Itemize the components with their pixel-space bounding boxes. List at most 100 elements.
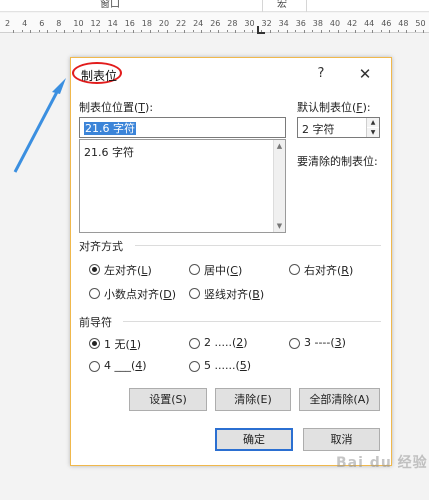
leader-none-radio[interactable] — [89, 338, 100, 349]
help-button[interactable]: ? — [311, 64, 331, 84]
tab-stop-marker[interactable] — [257, 26, 265, 34]
set-button[interactable]: 设置(S) — [129, 388, 207, 411]
tab-position-label-text: 制表位位置( — [79, 101, 139, 114]
ruler-tick — [201, 30, 203, 33]
align-center-radio[interactable] — [189, 264, 200, 275]
close-button[interactable]: ✕ — [353, 64, 377, 84]
ruler-number: 20 — [158, 19, 170, 28]
clear-all-button[interactable]: 全部清除(A) — [299, 388, 380, 411]
ruler-tick — [166, 30, 168, 33]
ruler-tick — [107, 30, 109, 32]
leader-none-key: 1 — [129, 338, 137, 351]
tab-position-label: 制表位位置(T): — [79, 99, 153, 115]
ruler-tick — [320, 30, 322, 33]
ruler-number: 44 — [364, 19, 375, 28]
menu-window[interactable]: 窗口 — [100, 0, 120, 11]
spinner-up-icon[interactable]: ▲ — [367, 118, 379, 127]
ruler-number: 36 — [295, 19, 306, 28]
ruler-tick — [337, 30, 339, 33]
ruler-tick — [55, 30, 57, 32]
ruler-tick — [295, 30, 297, 32]
ruler-tick — [389, 30, 391, 33]
scroll-down-icon[interactable]: ▼ — [274, 220, 285, 232]
leader-middots-radio[interactable] — [189, 361, 200, 372]
ruler-tick — [243, 30, 245, 32]
align-right-radio[interactable] — [289, 264, 300, 275]
ruler-number: 30 — [244, 19, 255, 28]
ruler-tick — [286, 30, 288, 33]
align-right-label[interactable]: 右对齐(R) — [304, 262, 353, 278]
align-center-end: ) — [237, 264, 243, 277]
ruler-number: 26 — [210, 19, 221, 28]
clear-button[interactable]: 清除(E) — [215, 388, 291, 411]
leader-underline-label[interactable]: 4 ___(4) — [104, 359, 147, 372]
ruler-number: 38 — [312, 19, 323, 28]
align-right-text: 右对齐( — [304, 264, 342, 277]
ruler-tick — [72, 30, 74, 32]
leader-dashes-text: 3 ----( — [304, 336, 335, 349]
horizontal-ruler[interactable]: 2 4 6 8 10 12 14 16 18 20 22 24 26 28 30 32 34 36 38 40 42 44… — [0, 13, 429, 33]
ok-button[interactable]: 确定 — [215, 428, 293, 451]
align-bar-text: 竖线对齐( — [204, 288, 253, 301]
leader-middots-key: 5 — [239, 359, 247, 372]
ruler-number: 14 — [107, 19, 118, 28]
list-item[interactable]: 21.6 字符 — [84, 144, 134, 160]
leader-underline-end: ) — [142, 359, 147, 372]
leader-dots-radio[interactable] — [189, 338, 200, 349]
ruler-tick — [98, 30, 100, 33]
ruler-tick — [363, 30, 365, 32]
default-tab-spinner[interactable]: 2 字符 ▲ ▼ — [297, 117, 380, 138]
ruler-number: 40 — [329, 19, 341, 28]
ruler-tick — [64, 30, 66, 33]
ruler-tick — [209, 30, 211, 32]
ruler-number: 16 — [124, 19, 135, 28]
ruler-tick — [132, 30, 134, 33]
scroll-up-icon[interactable]: ▲ — [274, 140, 285, 152]
ruler-number: 22 — [176, 19, 187, 28]
ruler-tick — [235, 30, 237, 33]
dialog-titlebar[interactable]: 制表位 ? ✕ — [71, 58, 391, 88]
ruler-tick — [372, 30, 374, 33]
ruler-tick — [192, 30, 194, 32]
align-bar-label[interactable]: 竖线对齐(B) — [204, 286, 264, 302]
align-left-text: 左对齐( — [104, 264, 142, 277]
align-decimal-radio[interactable] — [89, 288, 100, 299]
tab-position-list[interactable]: 21.6 字符 ▲ ▼ — [79, 139, 286, 233]
tabs-to-clear-label: 要清除的制表位: — [297, 155, 378, 168]
ruler-tick — [30, 30, 32, 33]
list-scrollbar[interactable]: ▲ ▼ — [273, 140, 285, 232]
default-tab-value: 2 字符 — [302, 123, 335, 136]
leader-group-label: 前导符 — [79, 316, 112, 329]
align-right-key: R — [341, 264, 349, 277]
leader-middots-label[interactable]: 5 ......(5) — [204, 359, 251, 372]
leader-dashes-label[interactable]: 3 ----(3) — [304, 336, 346, 349]
align-left-label[interactable]: 左对齐(L) — [104, 262, 152, 278]
align-bar-radio[interactable] — [189, 288, 200, 299]
spinner-down-icon[interactable]: ▼ — [367, 128, 379, 137]
align-decimal-label[interactable]: 小数点对齐(D) — [104, 286, 176, 302]
leader-underline-radio[interactable] — [89, 361, 100, 372]
leader-dashes-key: 3 — [334, 336, 342, 349]
align-left-radio[interactable] — [89, 264, 100, 275]
tab-position-value: 21.6 字符 — [84, 122, 136, 135]
ruler-tick — [380, 30, 382, 32]
leader-dashes-radio[interactable] — [289, 338, 300, 349]
ruler-number: 6 — [39, 19, 45, 28]
align-decimal-text: 小数点对齐( — [104, 288, 164, 301]
align-decimal-end: ) — [171, 288, 177, 301]
align-decimal-key: D — [163, 288, 172, 301]
leader-none-label[interactable]: 1 无(1) — [104, 336, 141, 352]
cancel-button[interactable]: 取消 — [303, 428, 380, 451]
group-divider — [123, 321, 381, 322]
tab-position-input[interactable]: 21.6 字符 — [79, 117, 286, 138]
leader-underline-text: 4 ___( — [104, 359, 136, 372]
ruler-number: 18 — [141, 19, 152, 28]
leader-dots-label[interactable]: 2 .....(2) — [204, 336, 248, 349]
group-divider — [135, 245, 381, 246]
ruler-tick — [269, 30, 271, 33]
ruler-number: 8 — [56, 19, 62, 28]
ruler-tick — [124, 30, 126, 32]
align-center-label[interactable]: 居中(C) — [204, 262, 242, 278]
menu-macro[interactable]: 宏 — [277, 0, 287, 11]
align-bar-end: ) — [259, 288, 265, 301]
